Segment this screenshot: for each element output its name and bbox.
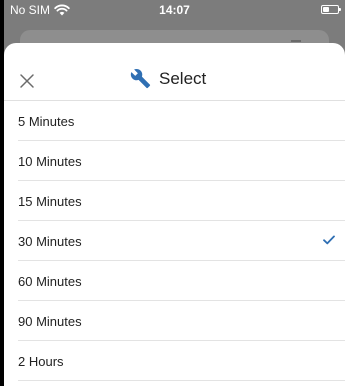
option-row[interactable]: 60 Minutes <box>4 261 345 301</box>
select-sheet: Select 5 Minutes 10 Minutes 15 Minutes 30 M… <box>4 43 345 386</box>
options-list: 5 Minutes 10 Minutes 15 Minutes 30 Minutes 6… <box>4 101 345 381</box>
option-label: 30 Minutes <box>18 234 82 249</box>
sheet-header: Select <box>4 43 345 101</box>
option-label: 2 Hours <box>18 354 64 369</box>
close-icon <box>20 74 34 88</box>
sheet-title: Select <box>130 68 206 89</box>
battery-icon <box>321 5 341 14</box>
option-row[interactable]: 90 Minutes <box>4 301 345 341</box>
option-row[interactable]: 5 Minutes <box>4 101 345 141</box>
background-sheet-control <box>291 40 301 42</box>
status-time: 14:07 <box>159 3 190 17</box>
option-label: 5 Minutes <box>18 114 75 129</box>
option-row[interactable]: 15 Minutes <box>4 181 345 221</box>
option-row[interactable]: 10 Minutes <box>4 141 345 181</box>
option-label: 15 Minutes <box>18 194 82 209</box>
sheet-title-text: Select <box>159 68 207 88</box>
option-label: 60 Minutes <box>18 274 82 289</box>
option-label: 10 Minutes <box>18 154 82 169</box>
option-label: 90 Minutes <box>18 314 82 329</box>
option-row[interactable]: 2 Hours <box>4 341 345 381</box>
wrench-icon <box>130 68 151 89</box>
battery-tip <box>339 8 341 11</box>
phone-screen: No SIM 14:07 Select 5 Minutes 10 Minutes… <box>4 0 345 386</box>
status-bar: No SIM 14:07 <box>4 0 345 22</box>
option-row[interactable]: 30 Minutes <box>4 221 345 261</box>
checkmark-icon <box>323 235 335 245</box>
battery-level <box>323 7 329 12</box>
close-button[interactable] <box>18 72 36 90</box>
